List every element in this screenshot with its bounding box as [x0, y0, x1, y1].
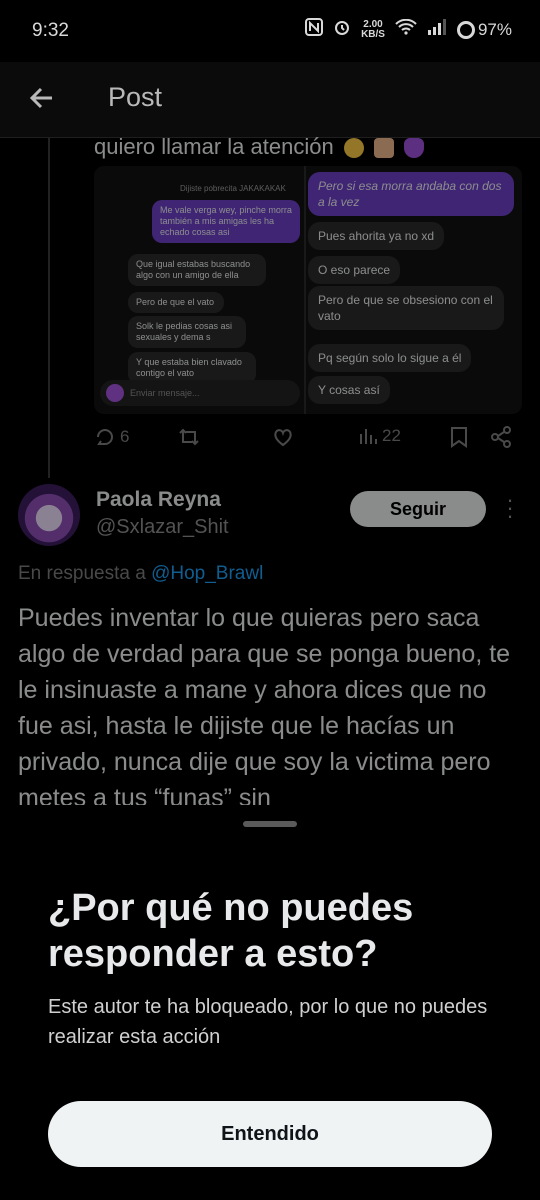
sheet-message: Este autor te ha bloqueado, por lo que n… — [48, 996, 488, 1048]
reply-handle-link[interactable]: @Hop_Brawl — [151, 563, 263, 584]
battery-level: 97% — [477, 19, 512, 39]
pleading-face-icon — [343, 138, 364, 159]
folded-hands-icon — [373, 138, 394, 159]
chat-input-bar: Enviar mensaje... — [100, 380, 300, 406]
chat-bubble: Pero si esa morra andaba con dos a la ve… — [308, 172, 514, 216]
previous-tweet-text: quiero llamar la atención — [94, 134, 425, 160]
chat-bubble: Pero de que se obsesiono con el vato — [308, 286, 504, 330]
battery: 97% — [456, 19, 512, 40]
top-app-bar: Post — [0, 62, 540, 138]
tweet-actions: 6 22 — [94, 426, 524, 454]
chat-bubble: Y cosas así — [308, 376, 390, 404]
like-icon[interactable] — [272, 426, 294, 448]
bookmark-icon[interactable] — [450, 426, 468, 448]
reply-context: En respuesta a @Hop_Brawl — [18, 563, 263, 585]
chat-bubble: O eso parece — [308, 256, 401, 284]
understood-button[interactable]: Entendido — [48, 1101, 492, 1167]
chat-bubble: Solk le pedias cosas asi sexuales y dema… — [128, 316, 246, 348]
camera-icon — [106, 384, 124, 402]
retweet-icon[interactable] — [178, 426, 200, 448]
wifi-icon — [395, 18, 417, 40]
reply-icon — [97, 429, 113, 445]
network-speed: 2.00 KB/S — [361, 18, 385, 40]
blocked-bottom-sheet: ¿Por qué no puedes responder a esto? Est… — [0, 805, 540, 1200]
speed-value: 2.00 — [363, 18, 383, 30]
reply-prefix: En respuesta a — [18, 563, 146, 584]
sheet-drag-handle[interactable] — [243, 821, 297, 827]
thread-line — [48, 138, 50, 478]
alarm-icon — [333, 18, 351, 41]
battery-icon — [456, 20, 475, 39]
purple-heart-icon — [404, 138, 425, 159]
post-body-text: Puedes inventar lo que quieras pero saca… — [18, 604, 511, 810]
image-divider — [304, 166, 306, 414]
author-name[interactable]: Paola Reyna — [96, 488, 221, 512]
nfc-icon — [305, 18, 324, 41]
views-icon — [360, 429, 377, 444]
author-handle[interactable]: @Sxlazar_Shit — [96, 516, 229, 539]
status-icons: 2.00 KB/S 97% — [305, 18, 512, 41]
sheet-title: ¿Por qué no puedes responder a esto? — [48, 887, 414, 975]
chat-bubble: Pues ahorita ya no xd — [308, 222, 445, 250]
follow-button[interactable]: Seguir — [350, 491, 486, 527]
status-time: 9:32 — [32, 20, 69, 41]
back-arrow-icon[interactable] — [26, 82, 58, 114]
previous-tweet-text-content: quiero llamar la atención — [94, 134, 334, 159]
chat-input-placeholder: Enviar mensaje... — [130, 388, 200, 398]
status-bar: 9:32 2.00 KB/S 97% — [0, 0, 540, 62]
avatar[interactable] — [18, 484, 80, 546]
share-icon[interactable] — [490, 426, 512, 448]
chat-screenshot-image[interactable]: Dijiste pobrecita JAKAKAKAK Me vale verg… — [94, 166, 522, 414]
reply-count: 6 — [120, 427, 130, 446]
chat-bubble: Pq según solo lo sigue a él — [308, 344, 472, 372]
views-count: 22 — [382, 426, 401, 445]
views-action[interactable]: 22 — [358, 426, 401, 446]
chat-bubble: Que igual estabas buscando algo con un a… — [128, 254, 266, 286]
speed-unit: KB/S — [361, 28, 385, 40]
page-title: Post — [108, 82, 163, 112]
more-options-icon[interactable]: · · · — [504, 489, 516, 527]
signal-icon — [427, 19, 447, 40]
chat-top-label: Dijiste pobrecita JAKAKAKAK — [180, 184, 286, 193]
reply-action[interactable]: 6 — [94, 426, 129, 448]
chat-bubble: Pero de que el vato — [128, 292, 224, 313]
chat-bubble: Me vale verga wey, pinche morra también … — [152, 200, 300, 243]
